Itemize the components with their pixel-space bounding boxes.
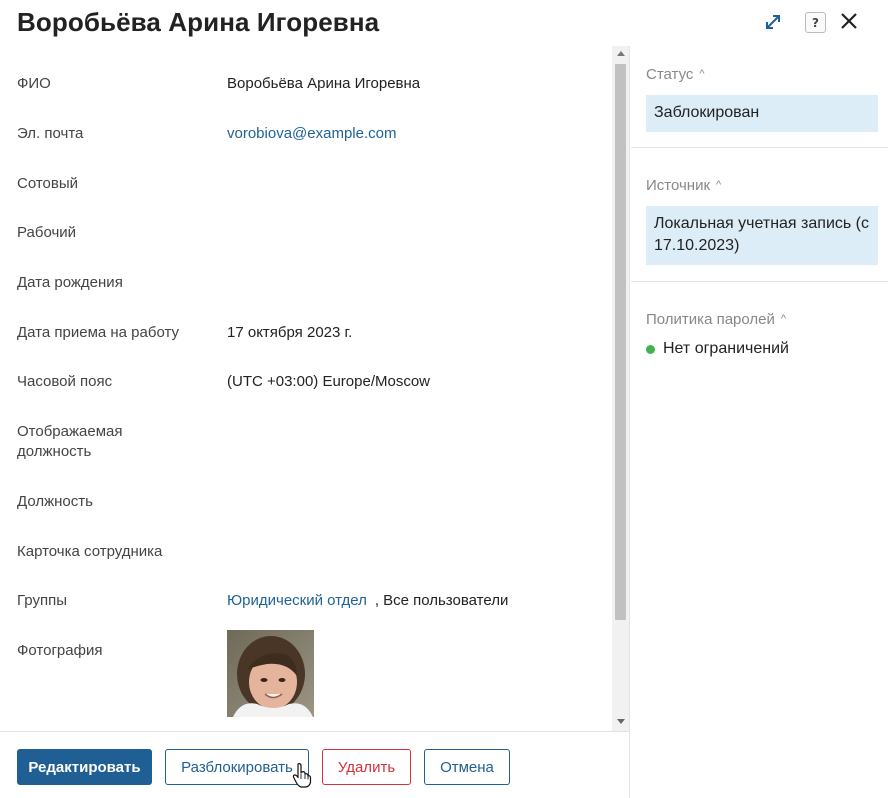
chevron-up-icon[interactable]: ^	[716, 179, 721, 191]
section-divider	[631, 147, 888, 148]
status-dot-icon	[646, 344, 655, 354]
expand-icon[interactable]	[762, 11, 784, 33]
chevron-up-icon[interactable]: ^	[781, 313, 786, 325]
policy-title-text: Политика паролей	[646, 311, 775, 328]
group-all-users: Все пользователи	[383, 592, 509, 609]
section-divider	[631, 281, 888, 282]
field-label: Сотовый	[17, 175, 79, 192]
field-label: Рабочий	[17, 224, 77, 241]
vertical-scrollbar[interactable]	[612, 46, 629, 731]
chevron-up-icon[interactable]: ^	[699, 68, 704, 80]
group-separator: ,	[374, 592, 380, 609]
field-label: Часовой пояс	[17, 373, 113, 390]
hand-pointer-cursor-icon	[292, 762, 312, 788]
policy-value: Нет ограничений	[663, 340, 789, 357]
unblock-button[interactable]: Разблокировать	[165, 749, 309, 785]
field-label: Должность	[17, 493, 93, 510]
fio-value: Воробьёва Арина Игоревна	[227, 75, 421, 92]
user-details-panel: ФИО Воробьёва Арина Игоревна Эл. почта v…	[0, 46, 630, 731]
hire-date-value: 17 октября 2023 г.	[227, 324, 353, 341]
field-label: Карточка сотрудника	[17, 543, 163, 560]
password-policy-status: Нет ограничений	[646, 340, 789, 358]
close-icon[interactable]	[838, 10, 860, 32]
cancel-button[interactable]: Отмена	[424, 749, 510, 785]
source-title-text: Источник	[646, 177, 711, 194]
edit-button[interactable]: Редактировать	[17, 749, 152, 785]
help-icon[interactable]: ?	[805, 12, 826, 33]
status-title-text: Статус	[646, 66, 694, 83]
dialog-footer: Редактировать Разблокировать Удалить Отм…	[0, 731, 630, 798]
group-link-legal[interactable]: Юридический отдел	[227, 592, 367, 609]
password-policy-section-title[interactable]: Политика паролей ^	[646, 311, 786, 328]
source-value: Локальная учетная запись (с 17.10.2023)	[646, 206, 878, 265]
dialog-header: Воробьёва Арина Игоревна ?	[0, 0, 888, 46]
field-label: Отображаемая должность	[17, 423, 123, 460]
user-photo[interactable]	[227, 630, 314, 717]
scrollbar-thumb[interactable]	[615, 64, 626, 620]
email-link[interactable]: vorobiova@example.com	[227, 124, 396, 144]
groups-value: Юридический отдел, Все пользователи	[227, 591, 508, 611]
timezone-value: (UTC +03:00) Europe/Moscow	[227, 373, 430, 390]
info-sidebar: Статус ^ Заблокирован Источник ^ Локальная…	[631, 46, 888, 798]
scroll-up-arrow-icon[interactable]	[617, 51, 625, 56]
delete-button[interactable]: Удалить	[322, 749, 411, 785]
status-badge: Заблокирован	[646, 95, 878, 132]
status-section-title[interactable]: Статус ^	[646, 66, 705, 83]
field-label: Фотография	[17, 642, 103, 659]
field-label: Группы	[17, 592, 67, 609]
field-label: Дата приема на работу	[17, 324, 180, 341]
source-section-title[interactable]: Источник ^	[646, 177, 721, 194]
scroll-down-arrow-icon[interactable]	[617, 719, 625, 724]
field-label: ФИО	[17, 75, 51, 92]
page-title: Воробьёва Арина Игоревна	[17, 7, 380, 37]
field-label: Дата рождения	[17, 274, 123, 291]
field-label: Эл. почта	[17, 125, 84, 142]
